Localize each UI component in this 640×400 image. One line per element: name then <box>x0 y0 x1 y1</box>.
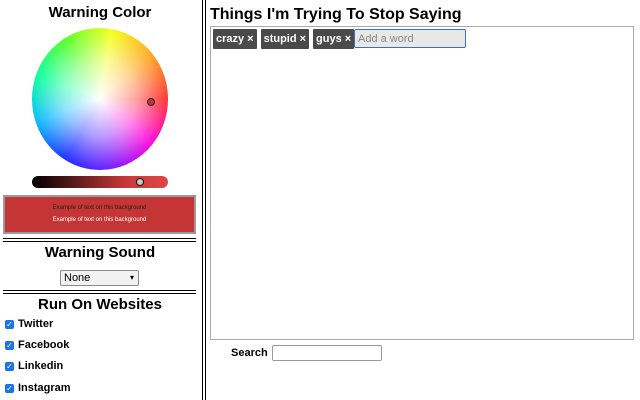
run-on-websites-title: Run On Websites <box>38 296 162 313</box>
word-tag: crazy × <box>213 29 257 49</box>
word-tag-label: stupid <box>263 33 297 45</box>
page-title: Things I'm Trying To Stop Saying <box>210 6 462 23</box>
color-wheel-handle[interactable] <box>147 98 155 106</box>
panel-divider <box>202 0 206 400</box>
add-word-input[interactable] <box>354 29 466 48</box>
checkbox-checked-icon[interactable]: ✓ <box>5 319 14 329</box>
brightness-slider[interactable] <box>32 176 168 188</box>
preview-dark-text: Example of text on this background <box>52 205 147 211</box>
word-tags: crazy × stupid × guys × <box>213 29 355 49</box>
color-preview: Example of text on this background Examp… <box>3 195 196 234</box>
site-label: Instagram <box>18 382 71 394</box>
word-list-box[interactable] <box>210 26 634 340</box>
site-option-linkedin[interactable]: ✓ Linkedin <box>5 359 63 373</box>
search-label: Search <box>231 347 268 359</box>
checkbox-checked-icon[interactable]: ✓ <box>5 361 14 371</box>
checkbox-checked-icon[interactable]: ✓ <box>5 340 14 350</box>
warning-sound-select[interactable]: None ▾ <box>60 270 139 286</box>
preview-light-text: Example of text on this background <box>52 217 147 223</box>
warning-sound-title: Warning Sound <box>44 244 156 261</box>
word-tag-label: crazy <box>216 33 245 45</box>
site-label: Linkedin <box>18 360 64 372</box>
section-divider <box>3 238 196 242</box>
section-divider <box>3 290 196 294</box>
site-option-twitter[interactable]: ✓ Twitter <box>5 317 53 331</box>
site-label: Facebook <box>18 339 70 351</box>
word-tag: stupid × <box>260 29 310 49</box>
brightness-slider-handle[interactable] <box>136 178 144 186</box>
site-label: Twitter <box>18 318 54 330</box>
close-icon[interactable]: × <box>247 33 253 45</box>
chevron-down-icon: ▾ <box>129 273 134 282</box>
warning-color-title: Warning Color <box>48 4 152 21</box>
settings-panel: Warning Color Example of text on this ba… <box>0 0 200 400</box>
word-tag: guys × <box>313 29 355 49</box>
warning-sound-value: None <box>64 272 91 284</box>
site-option-instagram[interactable]: ✓ Instagram <box>5 381 71 395</box>
search-input[interactable] <box>272 345 382 361</box>
checkbox-checked-icon[interactable]: ✓ <box>5 383 14 393</box>
word-tag-label: guys <box>316 33 342 45</box>
close-icon[interactable]: × <box>345 33 351 45</box>
site-option-facebook[interactable]: ✓ Facebook <box>5 338 69 352</box>
close-icon[interactable]: × <box>300 33 306 45</box>
